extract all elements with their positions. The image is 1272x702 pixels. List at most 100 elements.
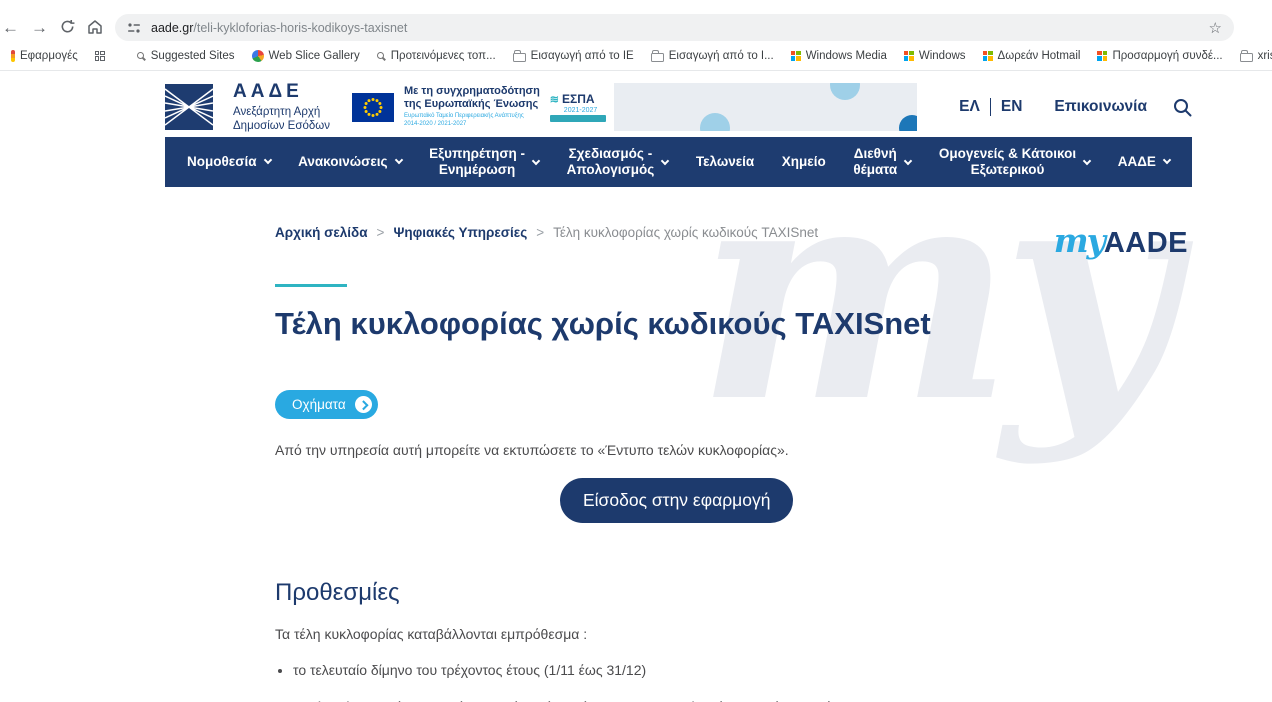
nav-label: Απολογισμός — [567, 162, 655, 178]
nav-label: Τελωνεία — [696, 154, 754, 169]
nav-label: Ανακοινώσεις — [298, 154, 387, 169]
eu-funding-text: Με τη συγχρηματοδότηση της Ευρωπαϊκής Έν… — [404, 85, 540, 129]
bookmark-label: Δωρεάν Hotmail — [998, 50, 1081, 62]
chevron-down-icon — [263, 156, 271, 164]
windows-icon — [904, 51, 914, 61]
nav-aade[interactable]: ΑΑΔΕ — [1118, 154, 1170, 170]
refresh-icon — [60, 19, 75, 34]
main-content: my Αρχική σελίδα > Ψηφιακές Υπηρεσίες > … — [165, 187, 1192, 702]
bookmark-apps[interactable]: Εφαρμογές — [6, 50, 83, 62]
org-subtitle: Ανεξάρτητη Αρχή Δημοσίων Εσόδων — [233, 105, 330, 134]
site-search-icon[interactable] — [1173, 98, 1192, 117]
site-container: ΑΑΔΕ Ανεξάρτητη Αρχή Δημοσίων Εσόδων Με … — [165, 83, 1192, 702]
language-switcher: ΕΛ EN — [959, 98, 1022, 116]
home-icon[interactable] — [87, 19, 103, 37]
nav-label: Σχεδιασμός - — [567, 146, 655, 162]
banner-circle — [899, 115, 917, 131]
bookmark-xris[interactable]: xris — [1235, 50, 1272, 62]
windows-icon — [983, 51, 993, 61]
chevron-down-icon — [532, 156, 540, 164]
deadline-item: το τελευταίο δίμηνο του τρέχοντος έτους … — [293, 662, 1192, 678]
vehicles-button[interactable]: Οχήματα — [275, 390, 378, 419]
nav-label: θέματα — [853, 162, 897, 178]
deadlines-intro: Τα τέλη κυκλοφορίας καταβάλλονται εμπρόθ… — [275, 626, 1192, 642]
bookmark-prosarmogi[interactable]: Προσαρμογή συνδέ... — [1092, 50, 1227, 62]
bookmark-import-ie[interactable]: Εισαγωγή από το IE — [508, 50, 639, 62]
bookmark-star-icon[interactable]: ☆ — [1209, 19, 1222, 37]
breadcrumb-digital-services[interactable]: Ψηφιακές Υπηρεσίες — [393, 225, 527, 240]
myaade-logo-my: my — [1054, 221, 1104, 260]
forward-icon[interactable]: → — [31, 19, 48, 36]
breadcrumb-underline — [275, 284, 347, 287]
lang-el[interactable]: ΕΛ — [959, 98, 991, 116]
org-line1: Ανεξάρτητη Αρχή — [233, 105, 330, 119]
nav-label: ΑΑΔΕ — [1118, 154, 1156, 169]
espa-label: ΕΣΠΑ — [562, 92, 595, 106]
nav-exypiretisi[interactable]: Εξυπηρέτηση -Ενημέρωση — [429, 146, 539, 177]
refresh-icon[interactable] — [60, 19, 75, 37]
search-icon — [137, 52, 144, 59]
nav-nomothesia[interactable]: Νομοθεσία — [187, 154, 271, 170]
url-host: aade.gr — [151, 21, 193, 35]
breadcrumb-current: Τέλη κυκλοφορίας χωρίς κωδικούς TAXISnet — [553, 225, 818, 240]
bookmark-label: Windows Media — [806, 50, 887, 62]
bookmark-suggested-sites[interactable]: Suggested Sites — [132, 50, 240, 62]
chevron-down-icon — [1163, 156, 1171, 164]
intro-text: Από την υπηρεσία αυτή μπορείτε να εκτυπώ… — [275, 442, 1192, 458]
page-title: Τέλη κυκλοφορίας χωρίς κωδικούς TAXISnet — [275, 306, 1192, 342]
bookmark-label: Εφαρμογές — [20, 50, 78, 62]
banner-circle — [830, 83, 860, 100]
eu-sub2: 2014-2020 / 2021-2027 — [404, 121, 540, 129]
chevron-down-icon — [1083, 156, 1091, 164]
url-text: aade.gr/teli-kykloforias-horis-kodikoys-… — [151, 21, 1209, 35]
breadcrumb-home[interactable]: Αρχική σελίδα — [275, 225, 368, 240]
banner-circle — [700, 113, 730, 131]
nav-label: Εξυπηρέτηση - — [429, 146, 525, 162]
bookmark-proteinomenes[interactable]: Προτεινόμενες τοπ... — [372, 50, 501, 62]
bookmark-label: Προσαρμογή συνδέ... — [1112, 50, 1222, 62]
bookmark-web-slice-gallery[interactable]: Web Slice Gallery — [247, 50, 365, 62]
address-bar[interactable]: aade.gr/teli-kykloforias-horis-kodikoys-… — [115, 14, 1234, 41]
espa-logo: ≋ ΕΣΠΑ 2021-2027 — [550, 92, 606, 122]
deadlines-list: το τελευταίο δίμηνο του τρέχοντος έτους … — [293, 662, 1192, 702]
nav-omogeneis[interactable]: Ομογενείς & ΚάτοικοιΕξωτερικού — [939, 146, 1090, 177]
bookmark-import-i[interactable]: Εισαγωγή από το Ι... — [646, 50, 779, 62]
org-title-block[interactable]: ΑΑΔΕ Ανεξάρτητη Αρχή Δημοσίων Εσόδων — [233, 81, 330, 134]
nav-diethni[interactable]: Διεθνήθέματα — [853, 146, 911, 177]
site-info-icon[interactable] — [127, 21, 141, 35]
nav-label: Διεθνή — [853, 146, 897, 162]
eu-flag — [352, 93, 394, 122]
nav-telonia[interactable]: Τελωνεία — [696, 154, 754, 170]
bookmark-apps-grid[interactable] — [90, 51, 110, 61]
login-button[interactable]: Είσοδος στην εφαρμογή — [560, 478, 793, 523]
url-path: /teli-kykloforias-horis-kodikoys-taxisne… — [193, 21, 407, 35]
eu-line1: Με τη συγχρηματοδότηση — [404, 85, 540, 98]
back-icon[interactable]: ← — [2, 19, 19, 36]
breadcrumb-separator: > — [377, 225, 385, 240]
bookmark-label: Εισαγωγή από το IE — [531, 50, 634, 62]
folder-icon — [513, 53, 526, 62]
breadcrumb-separator: > — [536, 225, 544, 240]
bookmark-hotmail[interactable]: Δωρεάν Hotmail — [978, 50, 1086, 62]
myaade-logo-aade: AADE — [1104, 227, 1188, 259]
bookmark-label: Εισαγωγή από το Ι... — [669, 50, 774, 62]
bookmark-label: Suggested Sites — [151, 50, 235, 62]
site-header: ΑΑΔΕ Ανεξάρτητη Αρχή Δημοσίων Εσόδων Με … — [165, 83, 1192, 131]
lang-en[interactable]: EN — [991, 98, 1023, 116]
nav-anakoinoseis[interactable]: Ανακοινώσεις — [298, 154, 401, 170]
aade-logo[interactable] — [165, 84, 213, 130]
bookmark-windows[interactable]: Windows — [899, 50, 971, 62]
folder-icon — [651, 53, 664, 62]
header-utilities: ΕΛ EN Επικοινωνία — [959, 98, 1192, 117]
vehicles-button-label: Οχήματα — [292, 397, 346, 412]
contact-link[interactable]: Επικοινωνία — [1054, 98, 1147, 116]
eu-sub1: Ευρωπαϊκό Ταμείο Περιφερειακής Ανάπτυξης — [404, 113, 540, 121]
chevron-down-icon — [394, 156, 402, 164]
nav-label: Ενημέρωση — [429, 162, 525, 178]
nav-ximio[interactable]: Χημείο — [782, 154, 826, 170]
bookmarks-bar: Εφαρμογές Suggested Sites Web Slice Gall… — [0, 45, 1272, 71]
nav-sxediasmos[interactable]: Σχεδιασμός -Απολογισμός — [567, 146, 669, 177]
espa-bar — [550, 115, 606, 122]
deadlines-title: Προθεσμίες — [275, 579, 1192, 607]
bookmark-windows-media[interactable]: Windows Media — [786, 50, 892, 62]
